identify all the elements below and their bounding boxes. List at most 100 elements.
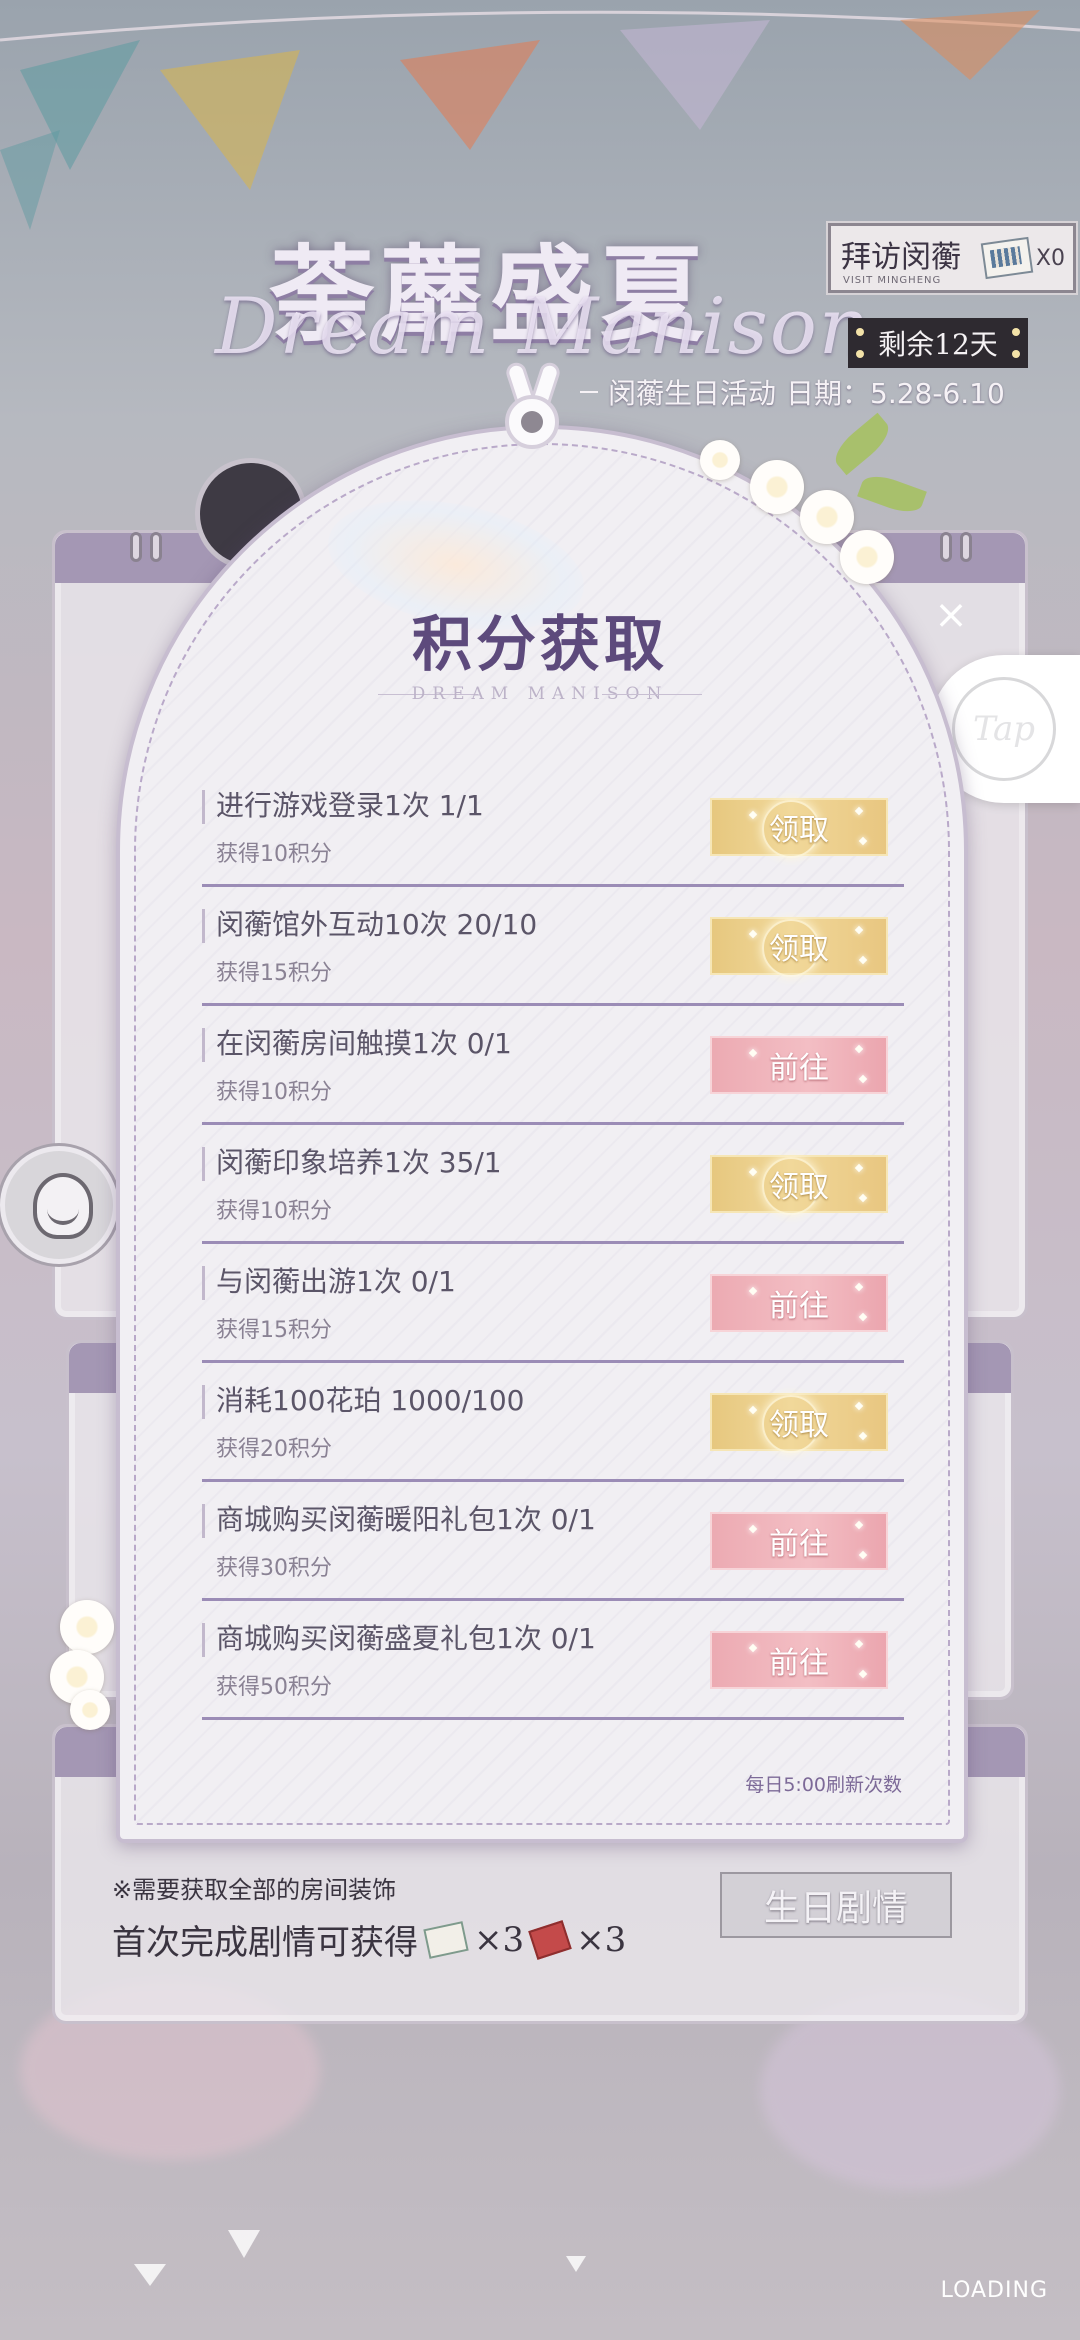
task-row: 闵蘅印象培养1次 35/1 获得10积分 领取 <box>202 1125 904 1244</box>
sparkle-icon <box>854 1044 864 1054</box>
task-points: 获得15积分 <box>216 961 332 986</box>
task-name: 与闵蘅出游1次 0/1 <box>216 1265 456 1298</box>
task-points: 获得10积分 <box>216 842 332 867</box>
row-accent-bar <box>202 1266 205 1300</box>
reward-b-count: ×3 <box>576 1919 627 1960</box>
sparkle-decoration <box>566 2256 586 2272</box>
reward-a-count: ×3 <box>474 1919 525 1960</box>
hang-hook <box>505 395 559 449</box>
ticket-icon <box>423 1920 469 1959</box>
task-points: 获得10积分 <box>216 1199 332 1224</box>
event-name: 闵蘅生日活动 <box>608 377 777 410</box>
first-clear-text: 首次完成剧情可获得 <box>112 1923 418 1963</box>
task-points: 获得50积分 <box>216 1675 332 1700</box>
sparkle-icon <box>858 1193 868 1203</box>
mascot-face-icon <box>33 1173 93 1239</box>
visit-mingheng-button[interactable]: 拜访闵蘅 VISIT MINGHENG X0 <box>826 221 1078 295</box>
row-accent-bar <box>202 1147 205 1181</box>
binder-ring <box>960 532 972 562</box>
claim-button[interactable]: 领取 <box>710 1393 888 1453</box>
sparkle-icon <box>858 1550 868 1560</box>
goto-button[interactable]: 前往 <box>710 1631 888 1689</box>
task-row: 在闵蘅房间触摸1次 0/1 获得10积分 前往 <box>202 1006 904 1125</box>
sparkle-icon <box>748 810 758 820</box>
event-info: 闵蘅生日活动 日期：5.28-6.10 <box>580 372 1040 412</box>
event-date: 日期：5.28-6.10 <box>786 377 1005 410</box>
task-name: 消耗100花珀 1000/100 <box>216 1384 525 1417</box>
task-row: 进行游戏登录1次 1/1 获得10积分 领取 <box>202 768 904 887</box>
sparkle-icon <box>854 1282 864 1292</box>
goto-button[interactable]: 前往 <box>710 1512 888 1570</box>
button-label: 前往 <box>769 1646 829 1681</box>
task-points: 获得15积分 <box>216 1318 332 1343</box>
room-decoration-note: ※需要获取全部的房间装饰 <box>112 1876 397 1904</box>
badge-dot <box>1012 350 1020 358</box>
claim-button[interactable]: 领取 <box>710 1155 888 1215</box>
task-name: 闵蘅印象培养1次 35/1 <box>216 1146 502 1179</box>
row-accent-bar <box>202 1504 205 1538</box>
row-accent-bar <box>202 1385 205 1419</box>
claim-button[interactable]: 领取 <box>710 798 888 858</box>
button-label: 领取 <box>769 813 829 848</box>
task-row: 消耗100花珀 1000/100 获得20积分 领取 <box>202 1363 904 1482</box>
task-points: 获得20积分 <box>216 1437 332 1462</box>
row-accent-bar <box>202 790 205 824</box>
task-points: 获得10积分 <box>216 1080 332 1105</box>
sparkle-icon <box>748 1405 758 1415</box>
task-name: 商城购买闵蘅盛夏礼包1次 0/1 <box>216 1622 596 1655</box>
sparkle-icon <box>748 1286 758 1296</box>
sparkle-icon <box>854 1520 864 1530</box>
sparkle-icon <box>854 1639 864 1649</box>
flower-decoration <box>690 412 940 610</box>
birthday-story-button[interactable]: 生日剧情 <box>720 1872 952 1938</box>
claim-button[interactable]: 领取 <box>710 917 888 977</box>
sparkle-icon <box>854 1401 864 1411</box>
badge-dot <box>856 350 864 358</box>
visit-label: 拜访闵蘅 <box>841 240 961 275</box>
task-points: 获得30积分 <box>216 1556 332 1581</box>
remaining-days-text: 剩余12天 <box>878 328 998 361</box>
task-row: 商城购买闵蘅暖阳礼包1次 0/1 获得30积分 前往 <box>202 1482 904 1601</box>
sparkle-icon <box>858 1074 868 1084</box>
task-name: 进行游戏登录1次 1/1 <box>216 789 484 822</box>
sparkle-icon <box>858 836 868 846</box>
sparkle-icon <box>748 1524 758 1534</box>
binder-ring <box>150 532 162 562</box>
task-row: 闵蘅馆外互动10次 20/10 获得15积分 领取 <box>202 887 904 1006</box>
ticket-icon <box>980 236 1034 280</box>
modal-subtitle: DREAM MANISON <box>411 684 669 704</box>
row-accent-bar <box>202 909 205 943</box>
button-label: 领取 <box>769 932 829 967</box>
task-list: 进行游戏登录1次 1/1 获得10积分 领取 闵蘅馆外互动10次 20/10 获得15积… <box>202 768 904 1720</box>
sparkle-decoration <box>134 2264 166 2286</box>
sparkle-icon <box>748 1643 758 1653</box>
modal-title: 积分获取 <box>412 610 668 680</box>
button-label: 前往 <box>769 1051 829 1086</box>
bunting-decoration <box>0 10 1080 230</box>
visit-sublabel: VISIT MINGHENG <box>843 275 942 286</box>
task-name: 在闵蘅房间触摸1次 0/1 <box>216 1027 512 1060</box>
divider <box>602 694 702 695</box>
sparkle-icon <box>854 1163 864 1173</box>
sparkle-decoration <box>228 2230 260 2258</box>
task-name: 闵蘅馆外互动10次 20/10 <box>216 908 538 941</box>
task-row: 与闵蘅出游1次 0/1 获得15积分 前往 <box>202 1244 904 1363</box>
flower-decoration-left <box>50 1590 140 1730</box>
first-clear-reward: 首次完成剧情可获得 ×3 ×3 <box>112 1915 626 1964</box>
divider <box>580 391 598 393</box>
goto-button[interactable]: 前往 <box>710 1274 888 1332</box>
sparkle-icon <box>858 955 868 965</box>
button-label: 领取 <box>769 1170 829 1205</box>
stamp-icon <box>528 1919 572 1960</box>
sparkle-icon <box>858 1312 868 1322</box>
sparkle-icon <box>748 929 758 939</box>
sparkle-icon <box>854 806 864 816</box>
sparkle-icon <box>858 1431 868 1441</box>
badge-dot <box>1012 328 1020 336</box>
goto-button[interactable]: 前往 <box>710 1036 888 1094</box>
button-label: 前往 <box>769 1527 829 1562</box>
sparkle-icon <box>858 1669 868 1679</box>
mascot-avatar-button[interactable] <box>0 1146 118 1264</box>
sparkle-icon <box>748 1048 758 1058</box>
badge-dot <box>856 328 864 336</box>
